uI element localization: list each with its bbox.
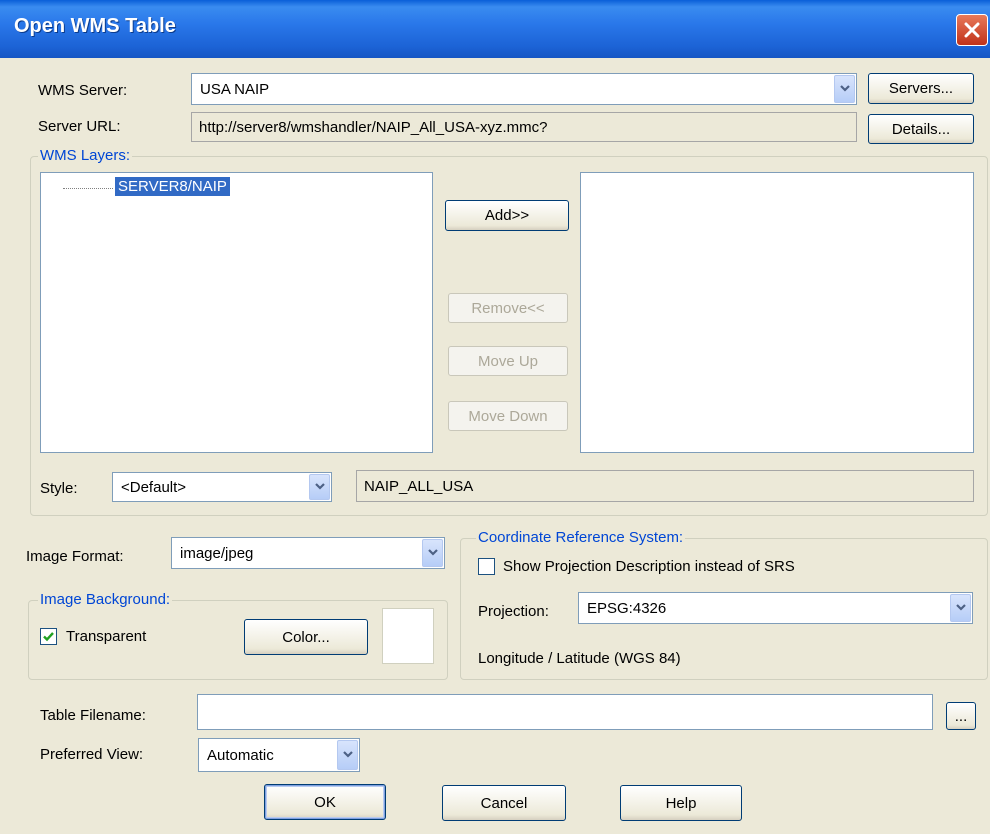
chevron-down-icon xyxy=(315,483,325,490)
close-button[interactable] xyxy=(956,14,988,46)
tree-connector xyxy=(63,188,113,189)
show-projection-label[interactable]: Show Projection Description instead of S… xyxy=(503,558,795,575)
server-url-field: http://server8/wmshandler/NAIP_All_USA-x… xyxy=(191,112,857,142)
wms-layers-legend: WMS Layers: xyxy=(38,147,133,164)
ok-button[interactable]: OK xyxy=(264,784,386,820)
show-projection-checkbox[interactable] xyxy=(478,558,495,575)
add-button[interactable]: Add>> xyxy=(445,200,569,231)
available-layers-tree[interactable]: SERVER8/NAIP xyxy=(40,172,433,453)
transparent-label[interactable]: Transparent xyxy=(66,628,146,645)
image-background-legend: Image Background: xyxy=(38,591,173,608)
preferred-view-dropdown[interactable]: Automatic xyxy=(198,738,360,772)
table-filename-label: Table Filename: xyxy=(40,707,146,724)
table-filename-input[interactable] xyxy=(197,694,933,730)
move-up-button[interactable]: Move Up xyxy=(448,346,568,376)
color-swatch xyxy=(382,608,434,664)
server-url-label: Server URL: xyxy=(38,118,121,135)
move-down-button[interactable]: Move Down xyxy=(448,401,568,431)
chevron-down-icon xyxy=(840,85,850,92)
image-format-value: image/jpeg xyxy=(180,544,254,562)
browse-button[interactable]: ... xyxy=(946,702,976,730)
projection-description: Longitude / Latitude (WGS 84) xyxy=(478,650,681,667)
preferred-view-label: Preferred View: xyxy=(40,746,144,763)
details-button[interactable]: Details... xyxy=(868,114,974,144)
open-wms-table-dialog: Open WMS Table WMS Server: USA NAIP Serv… xyxy=(0,0,990,834)
tree-item-server8-naip[interactable]: SERVER8/NAIP xyxy=(115,177,230,196)
wms-server-dropdown-arrow[interactable] xyxy=(834,75,855,103)
chevron-down-icon xyxy=(956,604,966,611)
chevron-down-icon xyxy=(428,549,438,556)
checkmark-icon xyxy=(43,632,54,642)
projection-dropdown[interactable]: EPSG:4326 xyxy=(578,592,973,624)
image-format-label: Image Format: xyxy=(26,548,124,565)
projection-label: Projection: xyxy=(478,603,549,620)
projection-value: EPSG:4326 xyxy=(587,599,667,617)
wms-server-label: WMS Server: xyxy=(38,82,128,99)
style-dropdown[interactable]: <Default> xyxy=(112,472,332,502)
servers-button[interactable]: Servers... xyxy=(868,73,974,104)
wms-server-value: USA NAIP xyxy=(200,80,270,98)
chevron-down-icon xyxy=(343,751,353,758)
style-value: <Default> xyxy=(121,478,187,496)
dialog-title: Open WMS Table xyxy=(14,15,176,37)
selected-layers-list[interactable] xyxy=(580,172,974,453)
cancel-button[interactable]: Cancel xyxy=(442,785,566,821)
style-label: Style: xyxy=(40,480,78,497)
transparent-checkbox[interactable] xyxy=(40,628,57,645)
remove-button[interactable]: Remove<< xyxy=(448,293,568,323)
wms-server-dropdown[interactable]: USA NAIP xyxy=(191,73,857,105)
preferred-view-dropdown-arrow[interactable] xyxy=(337,740,358,770)
title-bar[interactable]: Open WMS Table xyxy=(0,0,990,58)
help-button[interactable]: Help xyxy=(620,785,742,821)
projection-dropdown-arrow[interactable] xyxy=(950,594,971,622)
style-dropdown-arrow[interactable] xyxy=(309,474,330,500)
color-button[interactable]: Color... xyxy=(244,619,368,655)
crs-legend: Coordinate Reference System: xyxy=(476,529,686,546)
layer-name-field: NAIP_ALL_USA xyxy=(356,470,974,502)
close-icon xyxy=(964,22,980,38)
preferred-view-value: Automatic xyxy=(207,746,274,764)
image-format-dropdown[interactable]: image/jpeg xyxy=(171,537,445,569)
image-format-dropdown-arrow[interactable] xyxy=(422,539,443,567)
